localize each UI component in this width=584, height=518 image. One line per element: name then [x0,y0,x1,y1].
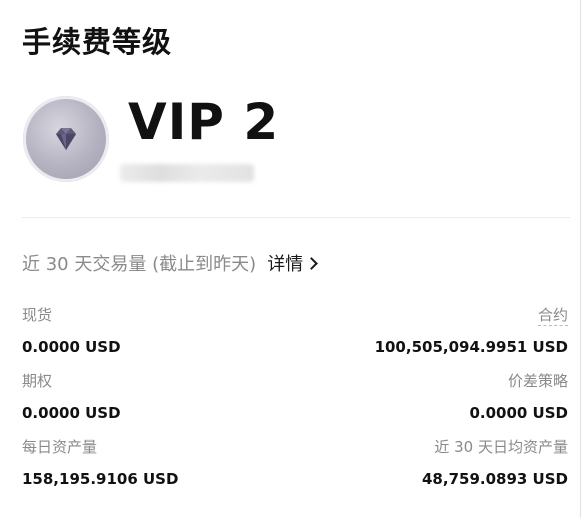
diamond-icon [56,128,76,150]
stat-daily-assets-label: 每日资产量 [22,438,98,456]
stat-contract-label[interactable]: 合约 [537,306,568,326]
section-divider [22,217,570,218]
page-title: 手续费等级 [22,25,173,59]
trading-volume-header: 近 30 天交易量 (截止到昨天) 详情 [22,251,319,279]
vip-badge [23,96,109,182]
stat-contract: 合约 100,505,094.9951 USD [375,305,568,357]
stat-spread: 价差策略 0.0000 USD [469,371,568,423]
stat-options: 期权 0.0000 USD [22,371,121,423]
stat-daily-assets-value: 158,195.9106 USD [22,470,179,488]
stat-avg-assets-30d-value: 48,759.0893 USD [422,470,568,488]
stat-spread-label: 价差策略 [507,372,568,390]
stat-contract-value: 100,505,094.9951 USD [374,338,568,356]
trading-volume-label: 近 30 天交易量 (截止到昨天) [22,254,257,275]
stat-options-value: 0.0000 USD [22,404,121,422]
details-link-label: 详情 [267,254,304,275]
details-link[interactable]: 详情 [267,254,319,275]
stat-avg-assets-30d: 近 30 天日均资产量 48,759.0893 USD [422,437,568,489]
vip-level: VIP 2 [128,93,280,151]
stat-spread-value: 0.0000 USD [469,404,568,422]
stat-spot: 现货 0.0000 USD [22,305,121,357]
chevron-right-icon [305,257,319,270]
stat-options-label: 期权 [22,372,53,390]
stat-avg-assets-30d-label: 近 30 天日均资产量 [434,438,568,456]
stat-spot-label: 现货 [22,306,53,324]
right-edge-border [580,0,581,518]
stat-daily-assets: 每日资产量 158,195.9106 USD [22,437,178,489]
stat-spot-value: 0.0000 USD [22,338,121,356]
blurred-account-id [120,164,254,182]
